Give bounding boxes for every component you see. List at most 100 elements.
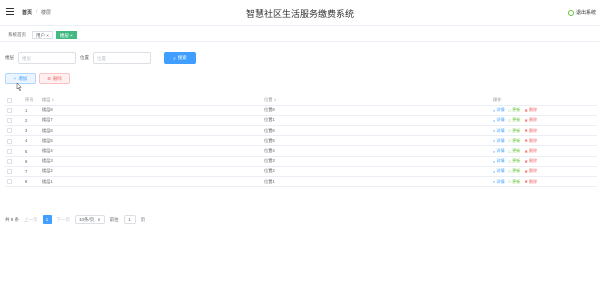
edit-button[interactable]: □ 更新 [509,107,521,113]
magnifier-icon: ⌕ [493,128,496,134]
edit-icon: □ [508,148,512,154]
row-delete-label: 删除 [528,178,538,184]
x-icon: ✖ [524,179,528,185]
row-position: 位置5 [262,135,491,147]
edit-icon: □ [508,117,512,123]
detail-button[interactable]: ⌕ 详情 [493,168,505,174]
logout-button[interactable]: 退出系统 [567,9,596,16]
detail-label: 详情 [496,168,505,174]
table-header-row: 序号 楼层 ⇅ 位置 ⇅ 操作 [5,95,597,106]
table-row: 3 楼层6 位置6 ⌕ 详情 □ 更新 ✖ 删除 [5,125,597,137]
select-all-checkbox[interactable] [7,97,12,103]
edit-icon: □ [508,138,512,144]
row-checkbox[interactable] [7,158,12,164]
edit-button[interactable]: □ 更新 [509,128,521,134]
table-row: 6 楼层3 位置3 ⌕ 详情 □ 更新 ✖ 删除 [5,156,597,167]
row-name: 楼层1 [40,176,262,188]
row-actions: ⌕ 详情 □ 更新 ✖ 删除 [493,107,595,113]
row-index: 5 [23,145,40,157]
row-checkbox[interactable] [7,179,12,185]
row-name: 楼层6 [40,125,262,137]
row-name: 楼层7 [40,115,262,127]
header-name[interactable]: 楼层 ⇅ [40,95,262,106]
tab-home[interactable]: 系统首页 [5,30,29,39]
table-body: 1 楼层8 位置8 ⌕ 详情 □ 更新 ✖ 删除 2 楼层7 位置1 ⌕ 详情 □ 更新 ✖ 删除 3 楼层6 位置6 ⌕… [5,105,597,188]
edit-button[interactable]: □ 更新 [509,168,521,174]
row-checkbox[interactable] [7,169,12,175]
edit-icon: □ [508,179,512,185]
delete-button[interactable]: ⊗ 删除 [39,73,70,84]
row-delete-button[interactable]: ✖ 删除 [524,107,537,113]
tab-bar: 系统首页 用户 × 楼层 × [0,28,600,42]
x-icon: ✖ [524,168,528,174]
row-actions: ⌕ 详情 □ 更新 ✖ 删除 [493,179,595,185]
detail-button[interactable]: ⌕ 详情 [493,158,505,164]
search-button[interactable]: ⌕ 搜索 [164,52,196,64]
edit-button[interactable]: □ 更新 [509,117,521,123]
page-size-select[interactable]: 10条/页 ∨ [75,215,105,224]
row-delete-button[interactable]: ✖ 删除 [524,168,537,174]
edit-icon: □ [508,128,512,134]
magnifier-icon: ⌕ [493,168,496,174]
name-input[interactable] [18,52,76,64]
x-icon: ⊗ [47,75,51,81]
row-actions: ⌕ 详情 □ 更新 ✖ 删除 [493,158,595,164]
prev-page-button[interactable]: 上一页 [24,217,38,223]
goto-page-input[interactable]: 1 [123,215,136,224]
detail-button[interactable]: ⌕ 详情 [493,179,505,185]
operation-bar: + 增加 ⊗ 删除 [5,73,70,84]
detail-label: 详情 [496,127,505,133]
current-page[interactable]: 1 [42,215,52,224]
row-index: 3 [23,125,40,137]
edit-label: 更新 [512,117,521,123]
row-delete-button[interactable]: ✖ 删除 [524,128,537,134]
row-index: 4 [23,135,40,147]
tab-users[interactable]: 用户 × [32,30,53,39]
row-delete-button[interactable]: ✖ 删除 [524,138,537,144]
edit-button[interactable]: □ 更新 [509,179,521,185]
row-position: 位置1 [262,115,491,127]
row-checkbox[interactable] [7,107,12,113]
row-delete-label: 删除 [528,158,538,164]
row-position: 位置1 [262,176,491,188]
table-row: 4 楼层5 位置5 ⌕ 详情 □ 更新 ✖ 删除 [5,135,597,147]
row-delete-button[interactable]: ✖ 删除 [524,148,537,154]
edit-button[interactable]: □ 更新 [509,148,521,154]
row-actions: ⌕ 详情 □ 更新 ✖ 删除 [493,117,595,123]
add-button-label: 增加 [18,75,28,81]
row-index: 1 [23,105,40,116]
row-checkbox[interactable] [7,118,12,124]
row-checkbox[interactable] [7,138,12,144]
detail-button[interactable]: ⌕ 详情 [493,148,505,154]
magnifier-icon: ⌕ [493,158,496,164]
detail-button[interactable]: ⌕ 详情 [493,117,505,123]
row-delete-button[interactable]: ✖ 删除 [524,179,537,185]
edit-label: 更新 [512,127,521,133]
edit-label: 更新 [512,148,521,154]
edit-label: 更新 [512,178,521,184]
position-input[interactable] [93,52,151,64]
row-delete-button[interactable]: ✖ 删除 [524,158,537,164]
table-row: 7 楼层2 位置2 ⌕ 详情 □ 更新 ✖ 删除 [5,166,597,178]
sort-icon[interactable]: ⇅ [52,98,55,102]
detail-button[interactable]: ⌕ 详情 [493,138,505,144]
floor-table: 序号 楼层 ⇅ 位置 ⇅ 操作 1 楼层8 位置8 ⌕ 详情 □ 更新 ✖ 删除 2 楼层7 位置1 ⌕… [5,95,597,188]
row-actions: ⌕ 详情 □ 更新 ✖ 删除 [493,138,595,144]
x-icon: ✖ [524,158,528,164]
next-page-button[interactable]: 下一页 [57,217,71,223]
row-checkbox[interactable] [7,128,12,134]
edit-icon: □ [508,158,512,164]
page-size-value: 10条/页 [79,216,95,222]
row-actions: ⌕ 详情 □ 更新 ✖ 删除 [493,148,595,154]
edit-button[interactable]: □ 更新 [509,158,521,164]
row-delete-button[interactable]: ✖ 删除 [524,117,537,123]
tab-floors[interactable]: 楼层 × [55,30,77,39]
detail-button[interactable]: ⌕ 详情 [493,128,505,134]
sort-icon[interactable]: ⇅ [274,98,277,102]
row-checkbox[interactable] [7,148,12,154]
detail-label: 详情 [496,107,505,113]
edit-button[interactable]: □ 更新 [509,138,521,144]
header-position[interactable]: 位置 ⇅ [262,95,491,106]
detail-button[interactable]: ⌕ 详情 [493,107,505,113]
search-icon: ⌕ [173,55,176,61]
